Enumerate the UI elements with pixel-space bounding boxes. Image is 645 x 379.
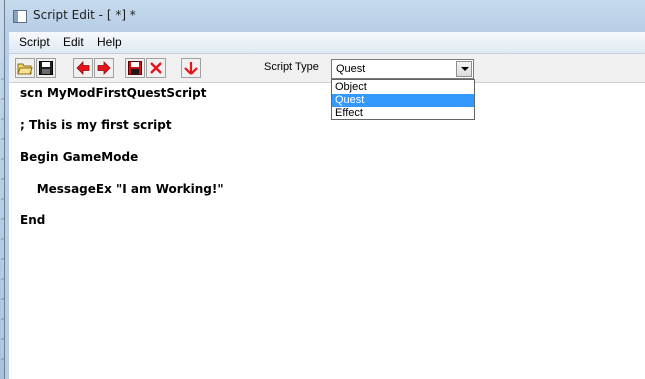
arrow-left-icon xyxy=(76,61,90,75)
close-x-icon xyxy=(150,62,162,74)
save-red-disk-icon xyxy=(128,61,142,75)
arrow-down-icon xyxy=(184,62,198,75)
code-line: ; This is my first script xyxy=(20,118,172,132)
previous-button[interactable] xyxy=(73,58,93,78)
open-button[interactable] xyxy=(15,58,35,78)
dropdown-option-quest[interactable]: Quest xyxy=(332,94,474,107)
script-editor[interactable]: scn MyModFirstQuestScript ; This is my f… xyxy=(9,83,645,379)
dropdown-option-object[interactable]: Object xyxy=(332,81,474,94)
script-type-value: Quest xyxy=(336,63,366,75)
next-button[interactable] xyxy=(94,58,114,78)
open-folder-icon xyxy=(17,63,33,75)
menu-edit[interactable]: Edit xyxy=(63,35,84,49)
code-line: Begin GameMode xyxy=(20,150,139,164)
menu-script[interactable]: Script xyxy=(19,35,50,49)
script-type-label: Script Type xyxy=(264,61,319,73)
menu-help[interactable]: Help xyxy=(97,35,122,49)
app-icon xyxy=(13,10,27,23)
code-line: MessageEx "I am Working!" xyxy=(20,182,224,196)
title-bar[interactable]: Script Edit - [ *] * xyxy=(5,0,645,32)
save-disk-icon xyxy=(39,61,53,75)
app-window: Script Edit - [ *] * Script Edit Help Sc… xyxy=(0,0,645,379)
script-edit-window: Script Edit - [ *] * Script Edit Help Sc… xyxy=(4,0,645,379)
window-title: Script Edit - [ *] * xyxy=(33,8,136,22)
dropdown-option-effect[interactable]: Effect xyxy=(332,107,474,120)
delete-button[interactable] xyxy=(146,58,166,78)
compile-button[interactable] xyxy=(181,58,201,78)
menu-bar: Script Edit Help xyxy=(9,32,645,54)
save-button[interactable] xyxy=(36,58,56,78)
arrow-right-icon xyxy=(97,61,111,75)
save-all-button[interactable] xyxy=(125,58,145,78)
chevron-down-icon[interactable] xyxy=(456,61,472,77)
script-type-select[interactable]: Quest xyxy=(331,59,474,79)
toolbar xyxy=(9,54,645,83)
script-type-dropdown: Object Quest Effect xyxy=(331,79,475,120)
code-line: scn MyModFirstQuestScript xyxy=(20,86,207,100)
code-line: End xyxy=(20,213,46,227)
